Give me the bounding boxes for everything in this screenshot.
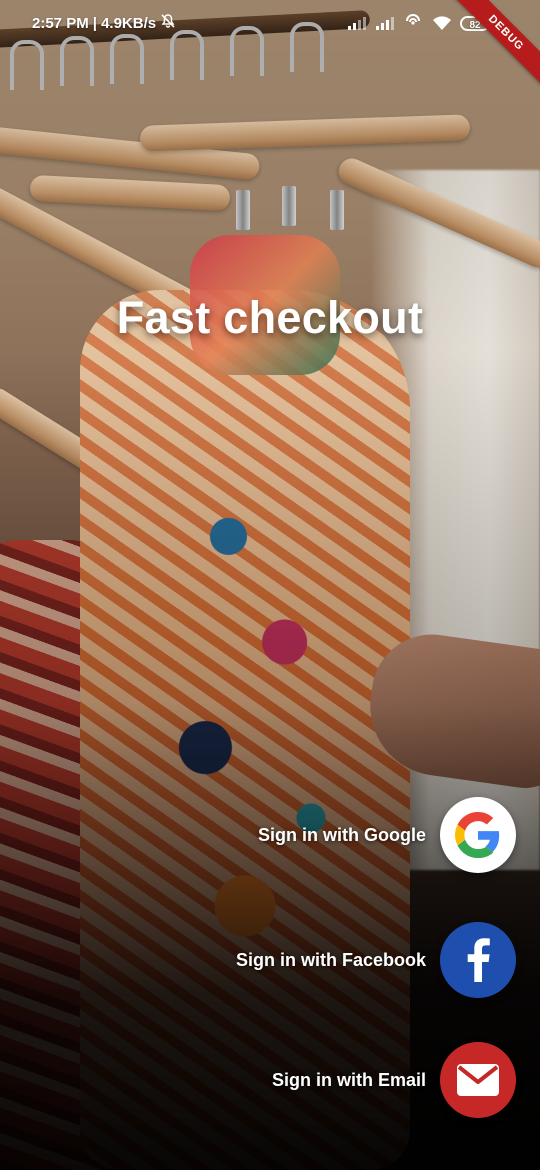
page-title: Fast checkout bbox=[116, 292, 424, 343]
google-icon[interactable] bbox=[440, 797, 516, 873]
mail-icon[interactable] bbox=[440, 1042, 516, 1118]
status-time: 2:57 PM bbox=[32, 14, 89, 32]
hotspot-icon bbox=[404, 13, 422, 33]
signal-icon bbox=[376, 16, 394, 30]
google-signin-button[interactable]: Sign in with Google bbox=[258, 797, 516, 873]
facebook-signin-button[interactable]: Sign in with Facebook bbox=[236, 922, 516, 998]
status-bar: 2:57 PM | 4.9KB/s 82 bbox=[0, 0, 540, 46]
wifi-icon bbox=[432, 16, 451, 30]
email-signin-label: Sign in with Email bbox=[271, 1069, 426, 1090]
email-signin-button[interactable]: Sign in with Email bbox=[272, 1042, 516, 1118]
status-net-speed: | 4.9KB/s bbox=[92, 14, 157, 32]
signal-icon bbox=[348, 16, 366, 30]
facebook-icon[interactable] bbox=[440, 922, 516, 998]
google-signin-label: Sign in with Google bbox=[258, 824, 426, 845]
mute-icon bbox=[160, 13, 176, 33]
facebook-signin-label: Sign in with Facebook bbox=[235, 949, 426, 970]
